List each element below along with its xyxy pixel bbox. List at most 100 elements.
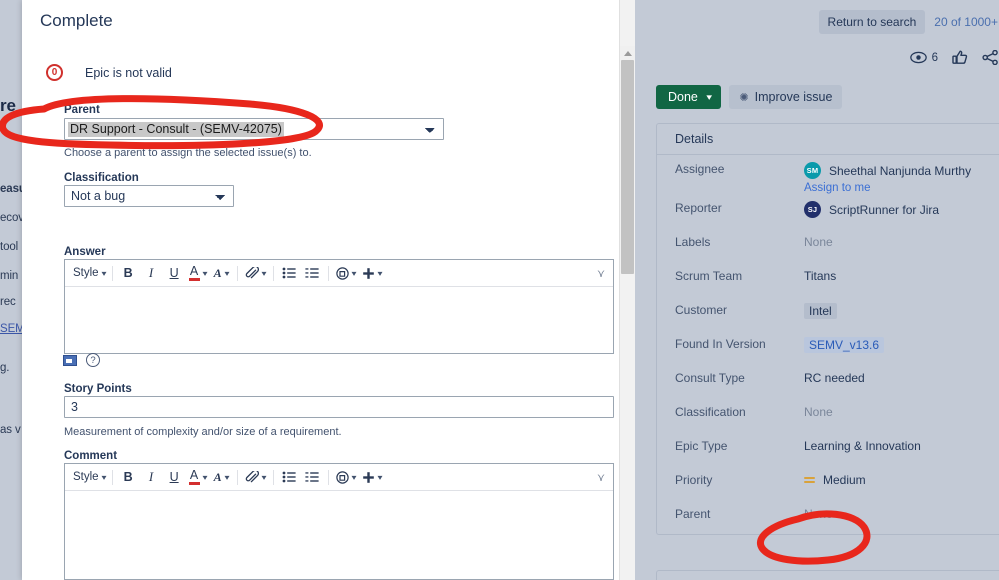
background-text-fragment: rec [0, 296, 16, 308]
link-button[interactable]: ▾ [242, 467, 269, 488]
answer-field-label: Answer [64, 246, 106, 258]
dialog-scrollbar[interactable] [619, 0, 635, 580]
details-row-value[interactable]: None [804, 405, 833, 419]
background-text-fragment: SEM [0, 323, 24, 335]
watchers-control[interactable]: 6 [909, 51, 938, 64]
details-panel: Details Assignee SM Sheethal Nanjunda Murt… [656, 123, 999, 535]
toolbar-divider [111, 265, 113, 281]
plus-icon [362, 267, 374, 279]
details-row-key: Parent [675, 507, 711, 521]
share-icon[interactable] [982, 50, 999, 65]
details-row-key: Reporter [675, 201, 722, 215]
watch-count: 6 [931, 51, 938, 64]
details-row-value[interactable]: None [804, 235, 833, 249]
dialog-scrollbar-thumb[interactable] [621, 60, 634, 274]
editor-style-dropdown[interactable]: Style ▾ [71, 467, 108, 488]
underline-label: U [169, 470, 179, 484]
thumbs-up-icon[interactable] [952, 50, 968, 65]
status-done-label: Done [668, 90, 698, 104]
bold-button[interactable]: B [117, 467, 140, 488]
details-row-key: Priority [675, 473, 713, 487]
link-button[interactable]: ▾ [242, 263, 269, 284]
text-color-label: A [189, 467, 199, 482]
details-row-key: Customer [675, 303, 728, 317]
details-row-value[interactable]: SJ ScriptRunner for Jira [804, 201, 939, 218]
text-color-button[interactable]: A ▾ [186, 467, 210, 488]
background-color-button[interactable]: A ▾ [210, 263, 233, 284]
story-points-field-label: Story Points [64, 383, 132, 395]
status-done-button[interactable]: Done ▾ [656, 85, 722, 109]
details-row-value[interactable]: Intel [804, 303, 837, 319]
chevron-double-up-icon[interactable]: ⋎ [597, 267, 605, 280]
story-points-input[interactable] [64, 396, 614, 418]
comment-field-label: Comment [64, 450, 118, 462]
toolbar-divider [272, 265, 274, 281]
dialog-title: Complete [40, 11, 113, 30]
chevron-double-up-icon[interactable]: ⋎ [597, 471, 605, 484]
details-row-key: Epic Type [675, 439, 728, 453]
background-page-left-column [0, 0, 22, 580]
chevron-down-icon: ▾ [351, 472, 357, 482]
details-row-value[interactable]: RC needed [804, 371, 865, 385]
improve-issue-label: Improve issue [754, 90, 833, 104]
return-to-search-button[interactable]: Return to search [818, 10, 926, 34]
toolbar-divider [111, 469, 113, 485]
background-color-button[interactable]: A ▾ [210, 467, 233, 488]
details-row-value[interactable]: Learning & Innovation [804, 439, 921, 453]
plus-icon [362, 471, 374, 483]
chevron-down-icon: ▾ [377, 268, 383, 278]
italic-button[interactable]: I [140, 467, 163, 488]
help-circle-icon[interactable]: ? [86, 353, 100, 367]
comment-editor-body[interactable] [65, 491, 613, 579]
insert-button[interactable]: ▾ [359, 467, 385, 488]
answer-editor-body[interactable] [65, 287, 613, 353]
answer-rich-text-editor: Style ▾ B I U A ▾ A ▾ ▾ ▾ ▾ ⋎ [64, 259, 614, 354]
bullet-list-button[interactable] [278, 263, 301, 284]
details-row-value[interactable]: SEMV_v13.6 [804, 337, 885, 353]
numbered-list-icon [305, 268, 319, 278]
mention-button[interactable]: ▾ [333, 467, 359, 488]
details-row-key: Scrum Team [675, 269, 743, 283]
improve-issue-button[interactable]: ✺ Improve issue [729, 85, 843, 109]
insert-button[interactable]: ▾ [359, 263, 385, 284]
parent-field-help: Choose a parent to assign the selected i… [64, 147, 312, 159]
classification-select[interactable]: Not a bug [64, 185, 234, 207]
details-row: Consult Type RC needed [657, 364, 999, 398]
classification-field-label: Classification [64, 172, 139, 184]
bullet-list-button[interactable] [278, 467, 301, 488]
text-color-button[interactable]: A ▾ [186, 263, 210, 284]
underline-button[interactable]: U [163, 263, 186, 284]
error-icon-glyph: 0 [51, 66, 58, 78]
details-row-value[interactable]: Medium [804, 473, 866, 487]
parent-select[interactable]: DR Support - Consult - (SEMV-42075) [64, 118, 444, 140]
details-row: Reporter SJ ScriptRunner for Jira [657, 194, 999, 228]
parent-field-label: Parent [64, 104, 100, 116]
underline-button[interactable]: U [163, 467, 186, 488]
complete-transition-dialog: Complete 0 Epic is not valid Parent DR S… [22, 0, 635, 580]
details-row-value[interactable]: Titans [804, 269, 836, 283]
assign-to-me-link[interactable]: Assign to me [804, 182, 971, 194]
chevron-down-icon: ▾ [261, 268, 267, 278]
bullet-list-icon [282, 267, 296, 279]
numbered-list-button[interactable] [301, 467, 324, 488]
image-preview-icon[interactable] [63, 354, 77, 366]
background-color-label: A [213, 469, 222, 484]
toolbar-divider [327, 469, 329, 485]
details-row: Labels None [657, 228, 999, 262]
mention-button[interactable]: ▾ [333, 263, 359, 284]
comment-editor-toolbar: Style ▾ B I U A ▾ A ▾ ▾ ▾ ▾ ⋎ [65, 464, 613, 491]
bold-button[interactable]: B [117, 263, 140, 284]
paperclip-icon [245, 470, 259, 482]
details-row-value-text: None [804, 405, 833, 419]
numbered-list-button[interactable] [301, 263, 324, 284]
details-row-key: Classification [675, 405, 746, 419]
scroll-up-arrow-icon[interactable] [620, 46, 635, 60]
italic-button[interactable]: I [140, 263, 163, 284]
details-row-value[interactable]: None [804, 507, 833, 521]
details-row-value[interactable]: SM Sheethal Nanjunda Murthy Assign to me [804, 162, 971, 194]
background-color-label: A [213, 265, 222, 280]
editor-style-dropdown[interactable]: Style ▾ [71, 263, 108, 284]
italic-label: I [148, 265, 154, 280]
details-row-value-text: None [804, 235, 833, 249]
underline-label: U [169, 266, 179, 280]
